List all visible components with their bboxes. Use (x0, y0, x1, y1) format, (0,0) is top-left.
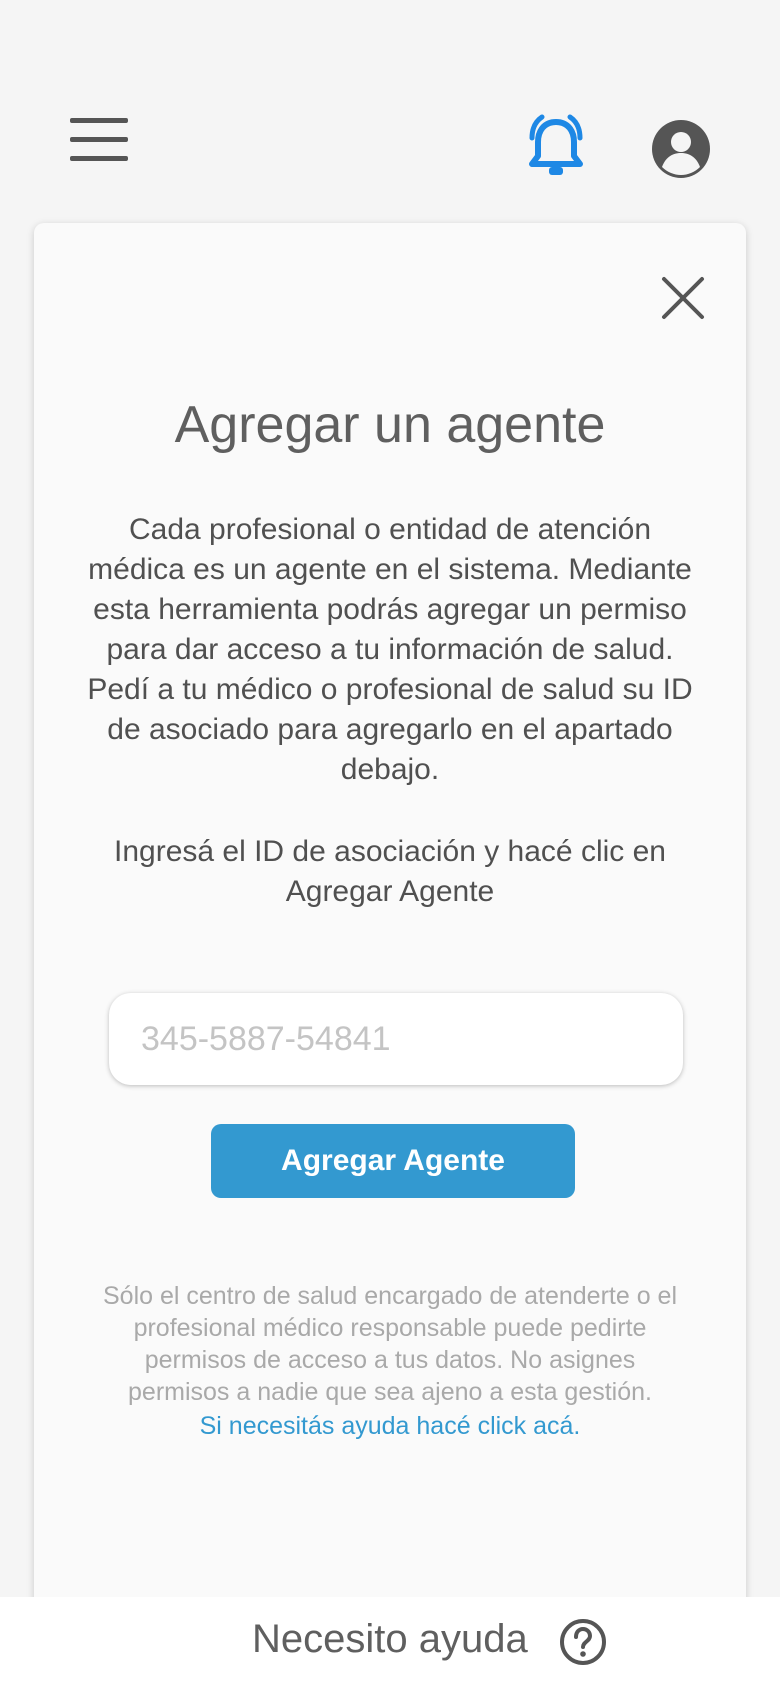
footer-help-label: Necesito ayuda (252, 1617, 528, 1661)
help-link[interactable]: Si necesitás ayuda hacé click acá. (34, 1410, 746, 1442)
hamburger-menu-icon[interactable] (70, 118, 136, 178)
description-text: Cada profesional o entidad de atención m… (87, 513, 693, 786)
disclaimer-text: Sólo el centro de salud encargado de ate… (102, 1282, 678, 1406)
account-circle-icon[interactable] (650, 118, 712, 180)
association-id-input[interactable] (109, 993, 683, 1085)
close-icon[interactable] (658, 273, 708, 323)
bell-ringing-icon[interactable] (520, 114, 592, 184)
add-agent-button[interactable]: Agregar Agente (211, 1124, 575, 1198)
top-bar (0, 0, 780, 225)
add-agent-card: Agregar un agente Cada profesional o ent… (34, 223, 746, 1623)
app-root: Agregar un agente Cada profesional o ent… (0, 0, 780, 1688)
page-title: Agregar un agente (174, 396, 606, 454)
question-circle-icon[interactable] (558, 1617, 608, 1667)
instruction-text: Ingresá el ID de asociación y hacé clic … (114, 835, 666, 908)
footer-help-bar[interactable]: Necesito ayuda (0, 1597, 780, 1688)
